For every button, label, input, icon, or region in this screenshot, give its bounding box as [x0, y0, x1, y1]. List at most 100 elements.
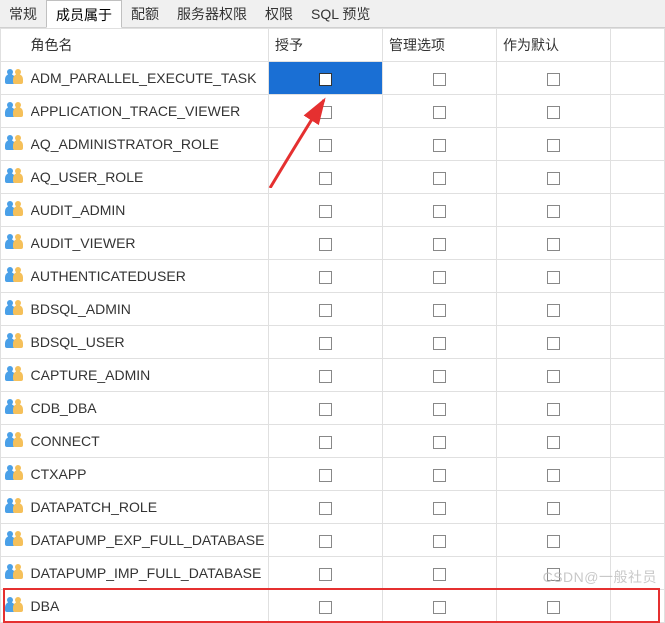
grant-checkbox[interactable] — [319, 436, 332, 449]
admin-checkbox[interactable] — [433, 436, 446, 449]
table-row[interactable]: APPLICATION_TRACE_VIEWER — [1, 95, 665, 128]
table-row[interactable]: DATAPATCH_ROLE — [1, 491, 665, 524]
grant-checkbox[interactable] — [319, 106, 332, 119]
admin-cell[interactable] — [383, 161, 497, 194]
grant-cell[interactable] — [269, 227, 383, 260]
table-row[interactable]: CONNECT — [1, 425, 665, 458]
grant-cell[interactable] — [269, 392, 383, 425]
default-cell[interactable] — [497, 458, 611, 491]
column-header-grant[interactable]: 授予 — [269, 29, 383, 62]
admin-checkbox[interactable] — [433, 601, 446, 614]
admin-checkbox[interactable] — [433, 172, 446, 185]
grant-checkbox[interactable] — [319, 139, 332, 152]
grant-checkbox[interactable] — [319, 205, 332, 218]
table-row[interactable]: CTXAPP — [1, 458, 665, 491]
grant-cell[interactable] — [269, 524, 383, 557]
table-row[interactable]: BDSQL_USER — [1, 326, 665, 359]
default-cell[interactable] — [497, 524, 611, 557]
table-row[interactable]: CDB_DBA — [1, 392, 665, 425]
admin-cell[interactable] — [383, 524, 497, 557]
admin-cell[interactable] — [383, 590, 497, 623]
grant-checkbox[interactable] — [319, 568, 332, 581]
default-checkbox[interactable] — [547, 601, 560, 614]
default-cell[interactable] — [497, 392, 611, 425]
admin-cell[interactable] — [383, 326, 497, 359]
tab-server-priv[interactable]: 服务器权限 — [168, 0, 256, 27]
default-checkbox[interactable] — [547, 172, 560, 185]
admin-checkbox[interactable] — [433, 139, 446, 152]
default-checkbox[interactable] — [547, 370, 560, 383]
default-cell[interactable] — [497, 227, 611, 260]
grant-cell[interactable] — [269, 590, 383, 623]
default-cell[interactable] — [497, 326, 611, 359]
grant-checkbox[interactable] — [319, 370, 332, 383]
admin-cell[interactable] — [383, 95, 497, 128]
admin-cell[interactable] — [383, 293, 497, 326]
grant-cell[interactable] — [269, 128, 383, 161]
default-cell[interactable] — [497, 491, 611, 524]
default-checkbox[interactable] — [547, 73, 560, 86]
table-row[interactable]: AQ_ADMINISTRATOR_ROLE — [1, 128, 665, 161]
default-cell[interactable] — [497, 194, 611, 227]
tab-sql-preview[interactable]: SQL 预览 — [302, 0, 379, 27]
admin-cell[interactable] — [383, 194, 497, 227]
default-checkbox[interactable] — [547, 205, 560, 218]
table-row[interactable]: AQ_USER_ROLE — [1, 161, 665, 194]
admin-checkbox[interactable] — [433, 205, 446, 218]
default-checkbox[interactable] — [547, 271, 560, 284]
grant-checkbox[interactable] — [319, 403, 332, 416]
grant-checkbox[interactable] — [319, 304, 332, 317]
table-row[interactable]: AUDIT_ADMIN — [1, 194, 665, 227]
default-cell[interactable] — [497, 359, 611, 392]
grant-checkbox[interactable] — [319, 73, 332, 86]
default-cell[interactable] — [497, 425, 611, 458]
admin-cell[interactable] — [383, 128, 497, 161]
admin-checkbox[interactable] — [433, 502, 446, 515]
grant-checkbox[interactable] — [319, 337, 332, 350]
admin-cell[interactable] — [383, 392, 497, 425]
grant-checkbox[interactable] — [319, 601, 332, 614]
default-cell[interactable] — [497, 293, 611, 326]
admin-checkbox[interactable] — [433, 370, 446, 383]
grant-checkbox[interactable] — [319, 535, 332, 548]
default-checkbox[interactable] — [547, 337, 560, 350]
tab-member-of[interactable]: 成员属于 — [46, 0, 122, 28]
default-checkbox[interactable] — [547, 502, 560, 515]
admin-cell[interactable] — [383, 425, 497, 458]
table-row[interactable]: CAPTURE_ADMIN — [1, 359, 665, 392]
grant-cell[interactable] — [269, 557, 383, 590]
admin-cell[interactable] — [383, 359, 497, 392]
default-checkbox[interactable] — [547, 403, 560, 416]
admin-checkbox[interactable] — [433, 106, 446, 119]
grant-cell[interactable] — [269, 260, 383, 293]
grant-cell[interactable] — [269, 326, 383, 359]
default-cell[interactable] — [497, 161, 611, 194]
column-header-role-name[interactable]: 角色名 — [29, 29, 269, 62]
admin-checkbox[interactable] — [433, 469, 446, 482]
admin-checkbox[interactable] — [433, 337, 446, 350]
admin-cell[interactable] — [383, 458, 497, 491]
admin-checkbox[interactable] — [433, 568, 446, 581]
default-checkbox[interactable] — [547, 535, 560, 548]
admin-cell[interactable] — [383, 491, 497, 524]
tab-quota[interactable]: 配额 — [122, 0, 168, 27]
default-checkbox[interactable] — [547, 436, 560, 449]
table-row[interactable]: AUDIT_VIEWER — [1, 227, 665, 260]
admin-cell[interactable] — [383, 260, 497, 293]
grant-checkbox[interactable] — [319, 172, 332, 185]
table-row[interactable]: DBA — [1, 590, 665, 623]
admin-checkbox[interactable] — [433, 271, 446, 284]
admin-checkbox[interactable] — [433, 535, 446, 548]
default-checkbox[interactable] — [547, 469, 560, 482]
grant-cell[interactable] — [269, 194, 383, 227]
default-cell[interactable] — [497, 95, 611, 128]
grant-cell[interactable] — [269, 161, 383, 194]
table-row[interactable]: DATAPUMP_EXP_FULL_DATABASE — [1, 524, 665, 557]
table-row[interactable]: BDSQL_ADMIN — [1, 293, 665, 326]
tab-privilege[interactable]: 权限 — [256, 0, 302, 27]
admin-checkbox[interactable] — [433, 238, 446, 251]
default-cell[interactable] — [497, 128, 611, 161]
admin-cell[interactable] — [383, 557, 497, 590]
table-row[interactable]: ADM_PARALLEL_EXECUTE_TASK — [1, 62, 665, 95]
grant-cell[interactable] — [269, 359, 383, 392]
